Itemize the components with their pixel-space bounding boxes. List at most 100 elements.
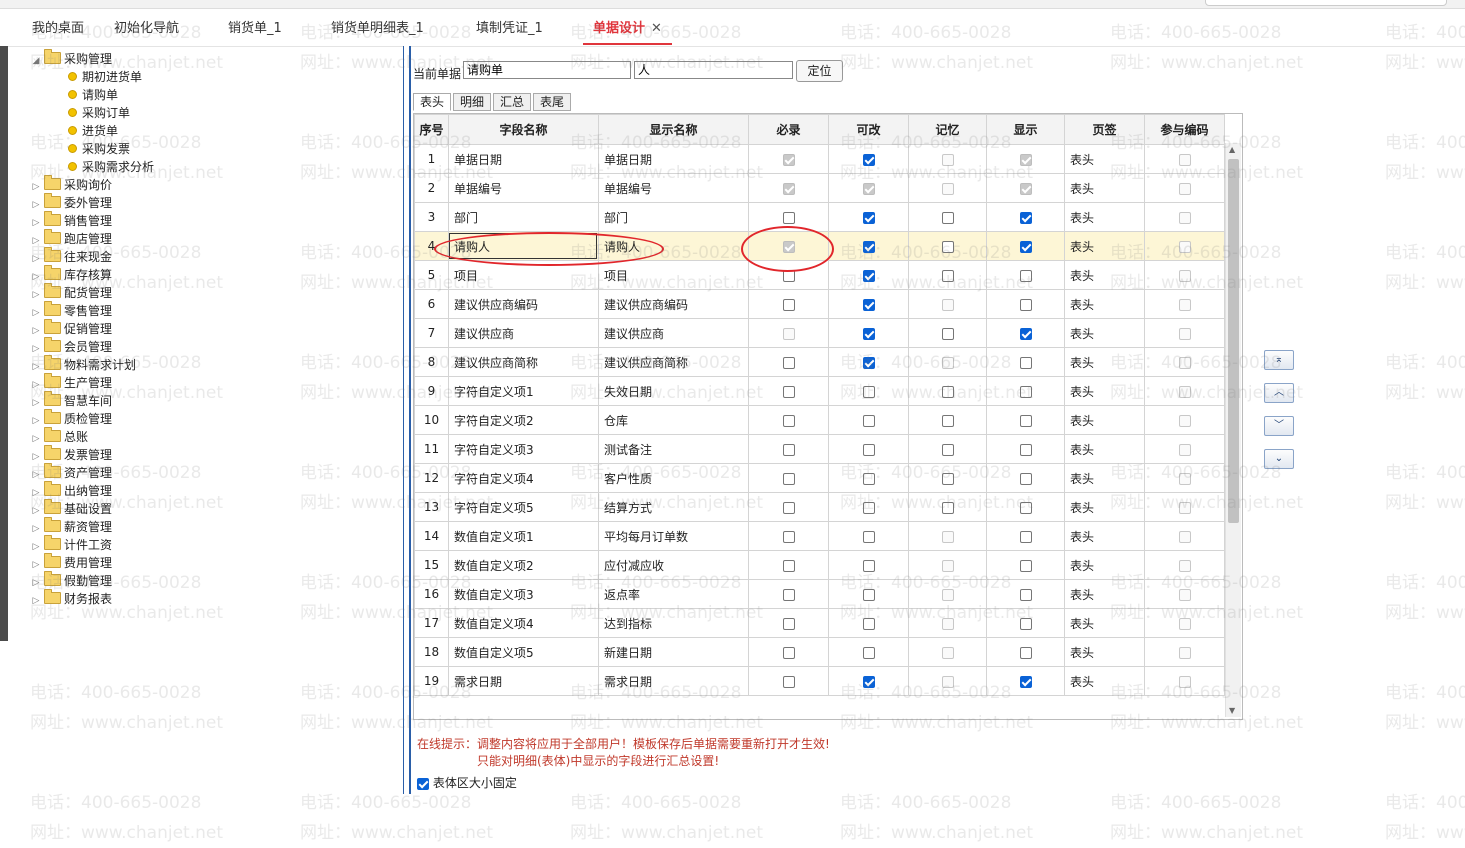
scroll-up-icon[interactable]: ▲ (1229, 145, 1235, 154)
subtab-detail[interactable]: 明细 (453, 93, 491, 111)
memory-checkbox[interactable] (941, 501, 954, 514)
page-cell[interactable]: 表头 (1064, 463, 1145, 493)
tree-node[interactable]: ▷ 发票管理 (30, 445, 390, 464)
tree-leaf[interactable]: 采购发票 (30, 140, 390, 158)
required-checkbox[interactable] (782, 559, 795, 572)
tree-node[interactable]: ▷ 促销管理 (30, 319, 390, 338)
display-name-cell[interactable]: 失效日期 (598, 376, 749, 406)
show-checkbox[interactable] (1019, 327, 1032, 340)
tree-node[interactable]: ▷ 库存核算 (30, 265, 390, 284)
page-cell[interactable]: 表头 (1064, 608, 1145, 638)
show-checkbox[interactable] (1019, 356, 1032, 369)
tree-node[interactable]: ▷ 会员管理 (30, 337, 390, 356)
grid-scrollbar[interactable]: ▲ ▼ (1225, 143, 1241, 717)
table-row[interactable]: 11 字符自定义项3 测试备注 表头 (414, 434, 1225, 464)
table-row[interactable]: 3 部门 部门 表头 (414, 202, 1225, 232)
display-name-cell[interactable]: 测试备注 (598, 434, 749, 464)
page-cell[interactable]: 表头 (1064, 637, 1145, 667)
table-row[interactable]: 1 单据日期 单据日期 表头 (414, 144, 1225, 174)
display-name-cell[interactable]: 应付减应收 (598, 550, 749, 580)
editable-checkbox[interactable] (862, 588, 875, 601)
show-checkbox[interactable] (1019, 617, 1032, 630)
editable-checkbox[interactable] (862, 530, 875, 543)
table-row[interactable]: 6 建议供应商编码 建议供应商编码 表头 (414, 289, 1225, 319)
page-cell[interactable]: 表头 (1064, 666, 1145, 696)
show-checkbox[interactable] (1019, 211, 1032, 224)
col-header-no[interactable]: 序号 (414, 114, 449, 145)
subtab-summary[interactable]: 汇总 (493, 93, 531, 111)
scroll-thumb[interactable] (1228, 159, 1239, 523)
required-checkbox[interactable] (782, 675, 795, 688)
memory-checkbox[interactable] (941, 211, 954, 224)
display-name-cell[interactable]: 建议供应商编码 (598, 289, 749, 319)
move-top-button[interactable]: ⌅ (1264, 350, 1294, 370)
col-header-field[interactable]: 字段名称 (448, 114, 599, 145)
tree-node[interactable]: ▷ 委外管理 (30, 193, 390, 212)
table-row[interactable]: 7 建议供应商 建议供应商 表头 (414, 318, 1225, 348)
memory-checkbox[interactable] (941, 385, 954, 398)
required-checkbox[interactable] (782, 501, 795, 514)
tree-node[interactable]: ▷ 零售管理 (30, 301, 390, 320)
tab-voucher[interactable]: 填制凭证_1 (476, 19, 543, 43)
page-cell[interactable]: 表头 (1064, 550, 1145, 580)
tree-node[interactable]: ▷ 采购询价 (30, 175, 390, 194)
display-name-cell[interactable]: 平均每月订单数 (598, 521, 749, 551)
editable-checkbox[interactable] (862, 211, 875, 224)
editable-checkbox[interactable] (862, 327, 875, 340)
show-checkbox[interactable] (1019, 559, 1032, 572)
page-cell[interactable]: 表头 (1064, 289, 1145, 319)
subtab-header[interactable]: 表头 (413, 93, 451, 111)
show-checkbox[interactable] (1019, 530, 1032, 543)
display-name-cell[interactable]: 仓库 (598, 405, 749, 435)
page-cell[interactable]: 表头 (1064, 376, 1145, 406)
required-checkbox[interactable] (782, 617, 795, 630)
tree-node[interactable]: ▷ 假勤管理 (30, 571, 390, 590)
required-checkbox[interactable] (782, 211, 795, 224)
fixed-size-checkbox[interactable] (417, 777, 429, 790)
show-checkbox[interactable] (1019, 385, 1032, 398)
page-cell[interactable]: 表头 (1064, 260, 1145, 290)
locate-search-input[interactable] (634, 61, 793, 79)
required-checkbox[interactable] (782, 472, 795, 485)
tree-node[interactable]: ▷ 总账 (30, 427, 390, 446)
editable-checkbox[interactable] (862, 472, 875, 485)
move-down-button[interactable]: ﹀ (1264, 416, 1294, 436)
col-header-coding[interactable]: 参与编码 (1144, 114, 1225, 145)
tree-leaf[interactable]: 采购需求分析 (30, 158, 390, 176)
memory-checkbox[interactable] (941, 269, 954, 282)
close-icon[interactable]: ✕ (651, 21, 662, 36)
pane-splitter[interactable] (403, 46, 411, 794)
page-cell[interactable]: 表头 (1064, 202, 1145, 232)
table-row[interactable]: 4 请购人 请购人 表头 (414, 231, 1225, 261)
display-name-cell[interactable]: 结算方式 (598, 492, 749, 522)
subtab-footer[interactable]: 表尾 (533, 93, 571, 111)
col-header-required[interactable]: 必录 (748, 114, 829, 145)
memory-checkbox[interactable] (941, 472, 954, 485)
required-checkbox[interactable] (782, 443, 795, 456)
required-checkbox[interactable] (782, 646, 795, 659)
tab-my-desktop[interactable]: 我的桌面 (32, 19, 84, 43)
show-checkbox[interactable] (1019, 443, 1032, 456)
page-cell[interactable]: 表头 (1064, 405, 1145, 435)
table-row[interactable]: 17 数值自定义项4 达到指标 表头 (414, 608, 1225, 638)
display-name-cell[interactable]: 返点率 (598, 579, 749, 609)
show-checkbox[interactable] (1019, 588, 1032, 601)
display-name-cell[interactable]: 单据编号 (598, 173, 749, 203)
display-name-cell[interactable]: 达到指标 (598, 608, 749, 638)
show-checkbox[interactable] (1019, 675, 1032, 688)
required-checkbox[interactable] (782, 356, 795, 369)
tree-node[interactable]: ▷ 质检管理 (30, 409, 390, 428)
tree-leaf[interactable]: 请购单 (30, 86, 390, 104)
tree-node[interactable]: ▷ 薪资管理 (30, 517, 390, 536)
table-row[interactable]: 10 字符自定义项2 仓库 表头 (414, 405, 1225, 435)
tree-node-purchase[interactable]: ◢ 采购管理 (30, 49, 390, 68)
tab-doc-design[interactable]: 单据设计 ✕ (583, 19, 672, 45)
memory-checkbox[interactable] (941, 327, 954, 340)
table-row[interactable]: 12 字符自定义项4 客户性质 表头 (414, 463, 1225, 493)
editable-checkbox[interactable] (862, 153, 875, 166)
tree-leaf[interactable]: 进货单 (30, 122, 390, 140)
show-checkbox[interactable] (1019, 240, 1032, 253)
display-name-cell[interactable]: 单据日期 (598, 144, 749, 174)
display-name-cell[interactable]: 新建日期 (598, 637, 749, 667)
table-row[interactable]: 19 需求日期 需求日期 表头 (414, 666, 1225, 696)
